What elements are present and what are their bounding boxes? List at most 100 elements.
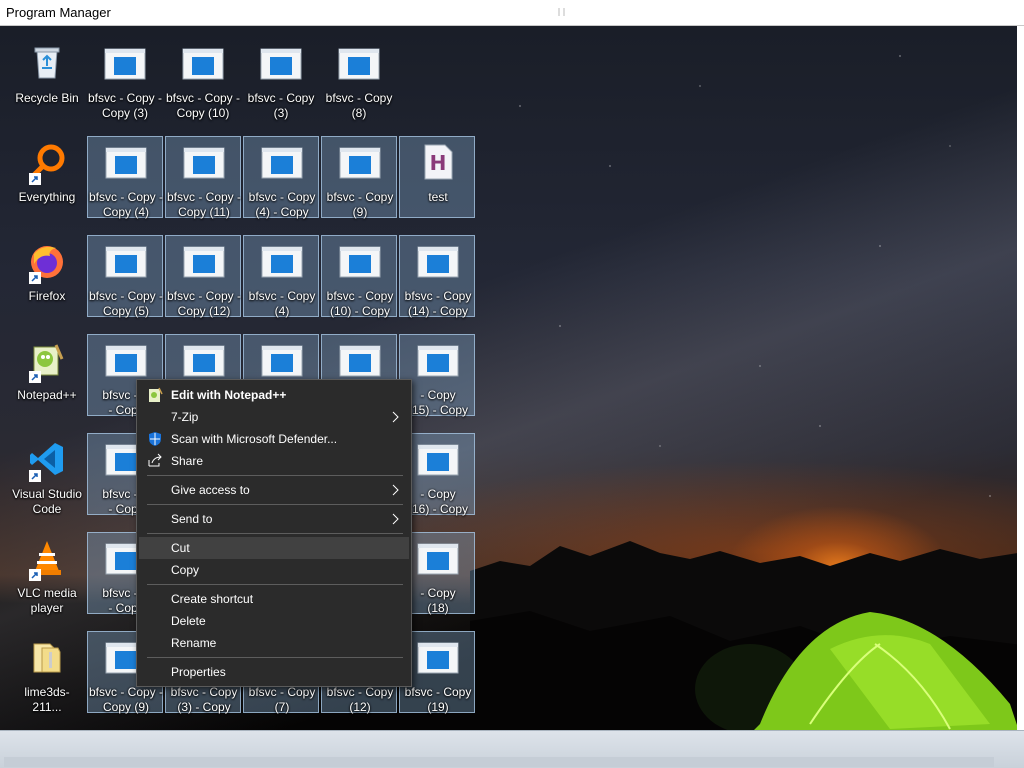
window-app-icon	[104, 48, 146, 80]
shortcut-arrow-icon	[29, 371, 41, 383]
window-app-icon	[183, 147, 225, 179]
desktop-icon-recycle-bin[interactable]: Recycle Bin	[9, 38, 85, 120]
desktop-file-icon[interactable]: bfsvc - Copy - Copy (12)	[165, 235, 241, 318]
desktop-icon-everything[interactable]: Everything	[9, 137, 85, 219]
desktop-icon-firefox[interactable]: Firefox	[9, 236, 85, 318]
desktop-file-icon[interactable]: bfsvc - Copy - Copy (10)	[165, 38, 241, 120]
desktop-file-label: - Copy (16) - Copy	[407, 487, 469, 516]
window-app-icon	[105, 246, 147, 278]
menu-separator	[147, 475, 403, 476]
shortcut-arrow-icon	[29, 470, 41, 482]
window-app-icon	[182, 48, 224, 80]
menu-separator	[147, 584, 403, 585]
menu-item-label: Delete	[171, 614, 206, 628]
desktop-icon-lime3ds[interactable]: lime3ds-211...	[9, 632, 85, 714]
desktop-icon-label: Notepad++	[17, 388, 77, 402]
window-app-icon	[260, 48, 302, 80]
context-menu: Edit with Notepad++ 7-Zip Scan with Micr…	[136, 379, 412, 687]
desktop-file-label: bfsvc - Copy - Copy (4)	[89, 190, 164, 219]
desktop-file-icon[interactable]: bfsvc - Copy - Copy (11)	[165, 136, 242, 219]
desktop-file-icon[interactable]: bfsvc - Copy (3)	[243, 38, 319, 120]
desktop-file-label: bfsvc - Copy (12)	[326, 685, 394, 714]
menu-separator	[147, 504, 403, 505]
desktop-icon-label: Recycle Bin	[15, 91, 79, 105]
shortcut-arrow-icon	[29, 173, 41, 185]
recycle-bin-icon	[34, 47, 60, 79]
desktop-file-icon[interactable]: bfsvc - Copy (10) - Copy	[321, 235, 397, 318]
window-app-icon	[105, 345, 147, 377]
menu-item-label: Properties	[171, 665, 226, 679]
menu-separator	[147, 533, 403, 534]
chevron-right-icon	[392, 513, 399, 525]
desktop-file-label: test	[428, 190, 448, 204]
desktop-file-label: bfsvc - Copy - Copy (9)	[89, 685, 164, 714]
menu-item-create-shortcut[interactable]: Create shortcut	[139, 588, 409, 610]
resize-grip-icon[interactable]	[556, 6, 570, 18]
svg-text:H: H	[430, 151, 447, 175]
menu-item-label: Share	[171, 454, 204, 468]
window-app-icon	[261, 246, 303, 278]
window-app-icon	[417, 246, 459, 278]
desktop-file-label: bfsvc - Copy (3)	[247, 91, 315, 120]
menu-item-share[interactable]: Share	[139, 450, 409, 472]
window-app-icon	[417, 642, 459, 674]
window-app-icon	[338, 48, 380, 80]
window-app-icon	[183, 246, 225, 278]
desktop-file-icon[interactable]: bfsvc - Copy - Copy (5)	[87, 235, 163, 318]
desktop-file-label: bfsvc - Copy - Copy (11)	[167, 190, 242, 219]
menu-item-give-access[interactable]: Give access to	[139, 479, 409, 501]
menu-item-label: Copy	[171, 563, 200, 577]
menu-item-scan-defender[interactable]: Scan with Microsoft Defender...	[139, 428, 409, 450]
desktop-file-label: bfsvc - Copy (14) - Copy	[404, 289, 472, 318]
desktop-file-label: bfsvc - Copy (3) - Copy	[170, 685, 238, 714]
menu-item-cut[interactable]: Cut	[139, 537, 409, 559]
desktop-icon-label: VLC media player	[17, 586, 77, 615]
desktop-file-label: bfsvc - Copy (7)	[248, 685, 316, 714]
desktop-file-label: bfsvc - Copy - Copy (3)	[88, 91, 163, 120]
menu-item-label: Send to	[171, 512, 213, 526]
desktop-icon-vscode[interactable]: Visual Studio Code	[9, 434, 85, 516]
window-app-icon	[261, 345, 303, 377]
desktop-file-label: bfsvc - Copy (4) - Copy	[248, 190, 316, 219]
desktop-file-icon[interactable]: bfsvc - Copy (14) - Copy	[399, 235, 475, 318]
defender-shield-icon	[149, 432, 161, 446]
shortcut-arrow-icon	[29, 569, 41, 581]
desktop-file-test[interactable]: H test	[399, 136, 475, 218]
desktop-icon-label: Visual Studio Code	[12, 487, 82, 516]
share-icon	[148, 453, 162, 467]
menu-item-label: Scan with Microsoft Defender...	[171, 432, 338, 446]
wallpaper-tent	[695, 612, 1019, 730]
menu-item-rename[interactable]: Rename	[139, 632, 409, 654]
desktop-icon-label: Firefox	[28, 289, 66, 303]
desktop-file-icon[interactable]: bfsvc - Copy (4)	[243, 235, 319, 318]
desktop-icon-notepadpp[interactable]: Notepad++	[9, 335, 85, 417]
desktop-file-icon[interactable]: bfsvc - Copy (4) - Copy	[243, 136, 319, 219]
desktop-file-label: bfsvc - Copy (9)	[326, 190, 394, 219]
menu-item-label: 7-Zip	[171, 410, 199, 424]
desktop-file-label: bfsvc - Copy (8)	[325, 91, 393, 120]
menu-item-send-to[interactable]: Send to	[139, 508, 409, 530]
scrollbar[interactable]	[1017, 26, 1024, 730]
desktop-file-icon[interactable]: bfsvc - Copy - Copy (4)	[87, 136, 164, 219]
menu-item-delete[interactable]: Delete	[139, 610, 409, 632]
menu-item-7zip[interactable]: 7-Zip	[139, 406, 409, 428]
taskbar[interactable]	[0, 730, 1024, 768]
menu-item-edit-notepadpp[interactable]: Edit with Notepad++	[139, 384, 409, 406]
menu-item-label: Create shortcut	[171, 592, 254, 606]
menu-item-copy[interactable]: Copy	[139, 559, 409, 581]
desktop-icon-vlc[interactable]: VLC media player	[9, 533, 85, 615]
window-title: Program Manager	[6, 5, 111, 20]
window-app-icon	[339, 246, 381, 278]
menu-item-label: Rename	[171, 636, 217, 650]
desktop-file-icon[interactable]: bfsvc - Copy (8)	[321, 38, 397, 120]
window-app-icon	[105, 147, 147, 179]
menu-item-properties[interactable]: Properties	[139, 661, 409, 683]
desktop-icon-label: Everything	[18, 190, 76, 204]
window-app-icon	[339, 345, 381, 377]
desktop-file-label: - Copy (18)	[420, 586, 456, 615]
chevron-right-icon	[392, 484, 399, 496]
desktop-file-icon[interactable]: bfsvc - Copy - Copy (3)	[87, 38, 163, 120]
desktop-file-label: - Copy (15) - Copy	[407, 388, 469, 417]
desktop-file-icon[interactable]: bfsvc - Copy (9)	[321, 136, 397, 219]
window-app-icon	[417, 543, 459, 575]
